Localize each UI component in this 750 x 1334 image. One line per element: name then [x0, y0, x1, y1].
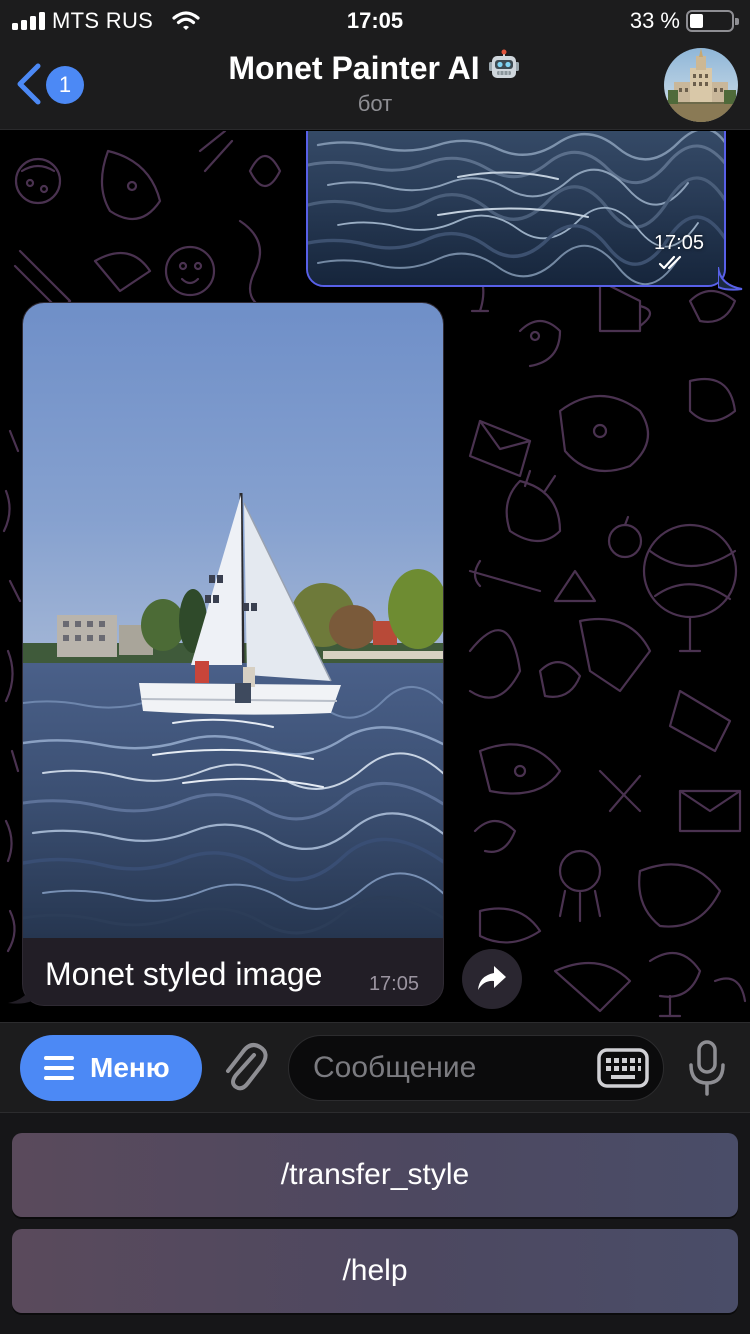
incoming-photo-message[interactable]: Monet styled image 17:05 [22, 302, 444, 1006]
incoming-message-time: 17:05 [368, 973, 419, 995]
chat-header: 1 Monet Painter AI бот [0, 40, 750, 130]
outgoing-bubble-tail [718, 267, 743, 291]
outgoing-message-meta: 17:05 [654, 232, 704, 271]
outgoing-photo-message[interactable]: 17:05 [306, 131, 726, 287]
message-composer: Меню [0, 1022, 750, 1112]
building-photo-avatar [664, 48, 738, 122]
forward-button[interactable] [462, 949, 522, 1009]
photo-caption: Monet styled image [45, 956, 323, 992]
sailboat-monet-styled-photo [23, 303, 443, 938]
transfer-style-command-button[interactable]: /transfer_style [12, 1133, 738, 1217]
keyboard-icon[interactable] [597, 1048, 649, 1088]
robot-face-icon [488, 49, 519, 78]
battery-icon [686, 10, 739, 32]
bot-menu-button[interactable]: Меню [20, 1035, 202, 1101]
help-command-button[interactable]: /help [12, 1229, 738, 1313]
paperclip-icon[interactable] [220, 1041, 268, 1095]
outgoing-message-time: 17:05 [653, 232, 704, 254]
message-field[interactable] [288, 1035, 664, 1101]
status-bar: MTS RUS 17:05 33 % [0, 0, 750, 40]
chat-subtitle: бот [357, 91, 393, 116]
double-check-icon [658, 255, 682, 270]
chat-title-text: Monet Painter AI [228, 50, 480, 86]
incoming-bubble-tail [8, 983, 32, 1004]
chat-avatar[interactable] [664, 48, 738, 122]
bot-reply-keyboard: /transfer_style /help [0, 1112, 750, 1334]
share-forward-icon [478, 966, 506, 990]
chat-history[interactable]: 17:05 Monet styled image 17:05 [0, 131, 750, 1022]
message-input[interactable] [313, 1044, 593, 1092]
bot-menu-label: Меню [90, 1052, 170, 1083]
hamburger-icon [44, 1056, 74, 1080]
battery-percent: 33 % [629, 8, 680, 33]
chat-title[interactable]: Monet Painter AI [0, 49, 750, 87]
microphone-icon[interactable] [686, 1039, 728, 1097]
